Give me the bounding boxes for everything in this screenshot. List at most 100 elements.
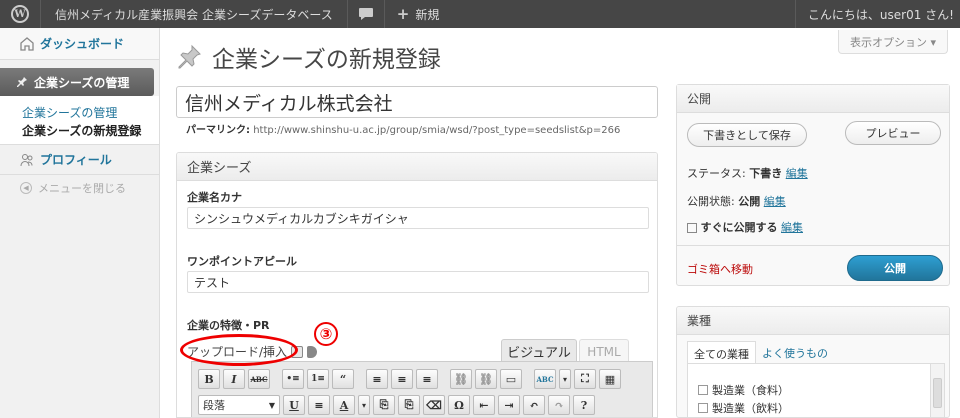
pr-label: 企業の特徴・PR <box>187 319 270 332</box>
paste-word-button[interactable]: ⎘ <box>398 395 420 415</box>
list-item[interactable]: 製造業（飲料） <box>698 400 789 416</box>
metabox-heading[interactable]: 企業シーズ <box>177 153 657 181</box>
align-center-button[interactable]: ≡ <box>391 369 413 389</box>
new-content-button[interactable]: + 新規 <box>385 5 452 23</box>
new-label: 新規 <box>415 7 440 22</box>
edit-schedule-link[interactable]: 編集 <box>781 221 803 234</box>
add-audio-icon[interactable] <box>307 345 318 358</box>
scrollbar[interactable] <box>930 364 944 417</box>
pushpin-icon <box>178 44 201 69</box>
tab-html[interactable]: HTML <box>579 339 629 363</box>
kitchen-sink-button[interactable]: ▦ <box>599 369 621 389</box>
format-select[interactable]: 段落 ▼ <box>198 395 280 415</box>
remove-format-button[interactable]: ⌫ <box>423 395 445 415</box>
kana-field[interactable] <box>187 207 649 229</box>
permalink-url[interactable]: http://www.shinshu-u.ac.jp/group/smia/ws… <box>253 125 620 136</box>
spellcheck-dropdown-icon[interactable]: ▾ <box>559 369 571 389</box>
help-button[interactable]: ? <box>573 395 595 415</box>
sidebar-item-label: ダッシュボード <box>40 37 125 51</box>
paste-text-button[interactable]: ⎘ <box>373 395 395 415</box>
dashboard-icon <box>20 36 34 51</box>
bullet-list-button[interactable]: •≡ <box>282 369 304 389</box>
sidebar-item-seeds[interactable]: 企業シーズの管理 <box>0 68 154 96</box>
users-icon <box>20 153 33 166</box>
collapse-menu-button[interactable]: ◀ メニューを閉じる <box>0 175 159 201</box>
align-right-button[interactable]: ≡ <box>416 369 438 389</box>
fullscreen-button[interactable]: ⛶ <box>574 369 596 389</box>
move-to-trash-link[interactable]: ゴミ箱へ移動 <box>687 261 753 277</box>
comments-button[interactable] <box>348 7 384 21</box>
collapse-arrow-icon: ◀ <box>20 182 32 194</box>
edit-status-link[interactable]: 編集 <box>786 167 808 180</box>
sidebar-item-profile[interactable]: プロフィール <box>0 145 159 175</box>
text-color-button[interactable]: A <box>333 395 355 415</box>
unlink-button[interactable]: ⛓ <box>475 369 497 389</box>
insert-link-button[interactable]: ⛓ <box>450 369 472 389</box>
publish-button[interactable]: 公開 <box>847 255 943 281</box>
align-left-button[interactable]: ≡ <box>366 369 388 389</box>
sidebar-item-label: プロフィール <box>40 153 112 167</box>
admin-sidebar: ダッシュボード 企業シーズの管理 企業シーズの管理 企業シーズの新規登録 プロフ… <box>0 28 160 418</box>
scrollbar-thumb[interactable] <box>933 378 942 408</box>
collapse-label: メニューを閉じる <box>38 182 126 195</box>
submenu-item-new[interactable]: 企業シーズの新規登録 <box>22 122 159 140</box>
visibility-label: 公開状態: <box>687 195 735 208</box>
toolbar-row-1: B I ABC •≡ 1≡ “ ≡ ≡ ≡ ⛓ ⛓ ▭ ABC ▾ ⛶ ▦ <box>198 368 621 390</box>
text-color-dropdown-icon[interactable]: ▾ <box>358 395 370 415</box>
speech-bubble-icon <box>358 8 373 20</box>
wordpress-logo-icon[interactable]: W <box>0 0 40 28</box>
status-line: ステータス: 下書き 編集 <box>687 165 808 181</box>
strikethrough-button[interactable]: ABC <box>248 369 270 389</box>
preview-button[interactable]: プレビュー <box>845 121 941 145</box>
industry-heading[interactable]: 業種 <box>677 307 949 335</box>
format-select-value: 段落 <box>203 399 225 412</box>
more-tag-button[interactable]: ▭ <box>500 369 522 389</box>
underline-button[interactable]: U <box>283 395 305 415</box>
edit-visibility-link[interactable]: 編集 <box>764 195 786 208</box>
industry-metabox: 業種 全ての業種 よく使うもの 製造業（食料） 製造業（飲料） <box>676 306 950 418</box>
industry-label: 製造業（食料） <box>712 384 789 397</box>
industry-checklist: 製造業（食料） 製造業（飲料） <box>687 363 945 417</box>
visibility-line: 公開状態: 公開 編集 <box>687 193 786 209</box>
appeal-label: ワンポイントアピール <box>187 255 297 268</box>
chevron-down-icon: ▼ <box>268 400 275 410</box>
schedule-line: すぐに公開する 編集 <box>687 219 803 235</box>
undo-button[interactable]: ↶ <box>523 395 545 415</box>
annotation-ellipse <box>180 334 298 366</box>
status-label: ステータス: <box>687 167 746 180</box>
spellcheck-button[interactable]: ABC <box>534 369 556 389</box>
appeal-field[interactable] <box>187 271 649 293</box>
page-title: 企業シーズの新規登録 <box>212 47 441 73</box>
list-item[interactable]: 製造業（食料） <box>698 382 789 398</box>
screen-options-button[interactable]: 表示オプション ▾ <box>838 30 948 54</box>
special-character-button[interactable]: Ω <box>448 395 470 415</box>
visibility-value: 公開 <box>738 195 761 208</box>
bold-button[interactable]: B <box>198 369 220 389</box>
outdent-button[interactable]: ⇤ <box>473 395 495 415</box>
italic-button[interactable]: I <box>223 369 245 389</box>
tab-visual[interactable]: ビジュアル <box>501 339 577 363</box>
sidebar-item-dashboard[interactable]: ダッシュボード <box>0 28 159 60</box>
indent-button[interactable]: ⇥ <box>498 395 520 415</box>
site-name-link[interactable]: 信州メディカル産業振興会 企業シーズデータベース <box>41 6 347 23</box>
blockquote-button[interactable]: “ <box>332 369 354 389</box>
permalink-label: パーマリンク: <box>186 125 250 136</box>
kana-label: 企業名カナ <box>187 191 242 204</box>
save-draft-button[interactable]: 下書きとして保存 <box>687 123 807 147</box>
post-title-input[interactable] <box>176 86 658 118</box>
numbered-list-button[interactable]: 1≡ <box>307 369 329 389</box>
calendar-icon <box>687 223 697 233</box>
redo-button[interactable]: ↷ <box>548 395 570 415</box>
publish-metabox: 公開 下書きとして保存 プレビュー ステータス: 下書き 編集 公開状態: 公開… <box>676 84 950 286</box>
checkbox[interactable] <box>698 403 708 413</box>
user-greeting[interactable]: こんにちは、user01 さん! <box>794 0 960 28</box>
publish-heading[interactable]: 公開 <box>677 85 949 113</box>
industry-label: 製造業（飲料） <box>712 402 789 415</box>
justify-button[interactable]: ≡ <box>308 395 330 415</box>
pin-icon <box>17 77 27 87</box>
submenu-item-manage[interactable]: 企業シーズの管理 <box>22 104 159 122</box>
sidebar-item-label: 企業シーズの管理 <box>34 75 130 90</box>
permalink: パーマリンク: http://www.shinshu-u.ac.jp/group… <box>186 124 626 137</box>
annotation-number: ③ <box>314 322 338 346</box>
checkbox[interactable] <box>698 385 708 395</box>
